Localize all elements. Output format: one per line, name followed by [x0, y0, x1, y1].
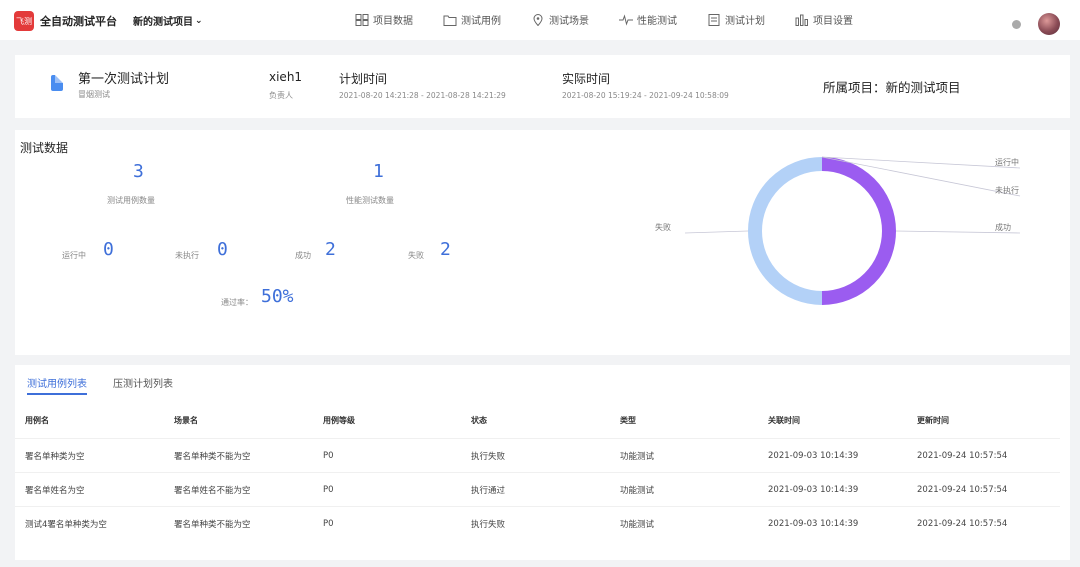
fail-label: 失败 — [408, 251, 424, 260]
cell-case-name: 署名单种类为空 — [25, 451, 85, 462]
nav-item-project-data[interactable]: 项目数据 — [355, 12, 413, 27]
project-select-label: 新的测试项目 — [133, 17, 193, 28]
fail-count: 2 — [440, 239, 451, 260]
nav-item-label: 测试计划 — [725, 16, 765, 27]
col-level: 用例等级 — [323, 415, 355, 425]
grid-icon — [355, 13, 369, 26]
col-scene-name: 场景名 — [174, 415, 198, 425]
running-count: 0 — [103, 239, 114, 260]
plan-time-label: 计划时间 — [339, 72, 388, 86]
donut-slice-2[interactable] — [821, 157, 896, 305]
nav-item-label: 测试场景 — [549, 16, 589, 27]
top-nav: 飞测 全自动测试平台 新的测试项目 ⌄ 项目数据 测试用例 测试场景 性能测试 … — [0, 0, 1080, 40]
owner-label: 负责人 — [269, 91, 293, 100]
actual-time-label: 实际时间 — [562, 72, 611, 86]
col-case-name: 用例名 — [25, 415, 49, 425]
status-donut-chart: 运行中未执行成功 失败 — [655, 156, 1021, 305]
table-row[interactable]: 测试4署名单种类为空 署名单种类不能为空 P0 执行失败 功能测试 2021-0… — [15, 506, 1060, 540]
chevron-down-icon: ⌄ — [195, 15, 203, 26]
cell-level: P0 — [323, 484, 334, 495]
checklist-icon — [708, 13, 720, 26]
stats-panel: 测试数据 3 测试用例数量 1 性能测试数量 运行中 0 未执行 0 成功 2 … — [15, 130, 1070, 355]
nav-item-test-cases[interactable]: 测试用例 — [443, 12, 501, 27]
pass-rate-label: 通过率： — [221, 298, 253, 307]
tab-test-cases[interactable]: 测试用例列表 — [27, 375, 87, 395]
plan-type: 冒烟测试 — [78, 90, 110, 99]
bar-settings-icon — [795, 14, 808, 26]
col-status: 状态 — [471, 415, 487, 425]
table-header: 用例名 场景名 用例等级 状态 类型 关联时间 更新时间 — [15, 405, 1060, 435]
pass-rate: 50% — [261, 286, 294, 307]
plan-time-value: 2021-08-20 14:21:28 - 2021-08-28 14:21:2… — [339, 91, 506, 100]
nav-item-label: 项目数据 — [373, 16, 413, 27]
cell-case-name: 测试4署名单种类为空 — [25, 519, 107, 530]
tab-stress-plans[interactable]: 压测计划列表 — [113, 375, 173, 393]
running-label: 运行中 — [62, 251, 86, 260]
app-logo[interactable]: 飞测 — [14, 11, 34, 31]
stats-title: 测试数据 — [20, 141, 69, 155]
project-select[interactable]: 新的测试项目 ⌄ — [133, 13, 203, 29]
nav-item-test-plan[interactable]: 测试计划 — [707, 12, 765, 27]
nav-item-project-settings[interactable]: 项目设置 — [795, 12, 853, 27]
cell-scene-name: 署名单姓名不能为空 — [174, 485, 251, 496]
nav-item-label: 测试用例 — [461, 16, 501, 27]
cell-status: 执行通过 — [471, 485, 506, 496]
actual-time-value: 2021-08-20 15:19:24 - 2021-09-24 10:58:0… — [562, 91, 729, 100]
nav-item-label: 性能测试 — [637, 16, 677, 27]
table-row[interactable]: 署名单姓名为空 署名单姓名不能为空 P0 执行通过 功能测试 2021-09-0… — [15, 472, 1060, 506]
cell-status: 执行失败 — [471, 519, 506, 530]
cell-linked-time: 2021-09-03 10:14:39 — [768, 484, 859, 495]
avatar[interactable] — [1038, 13, 1060, 35]
nav-item-test-scenes[interactable]: 测试场景 — [531, 12, 589, 27]
donut-leader-line — [684, 230, 749, 234]
table-row[interactable]: 署名单种类为空 署名单种类不能为空 P0 执行失败 功能测试 2021-09-0… — [15, 438, 1060, 472]
not-run-label: 未执行 — [175, 251, 199, 260]
settings-icon[interactable] — [1012, 20, 1021, 29]
main-nav: 项目数据 测试用例 测试场景 性能测试 测试计划 项目设置 — [355, 12, 883, 27]
owner-name: xieh1 — [269, 70, 303, 84]
nav-item-label: 项目设置 — [813, 16, 853, 27]
col-type: 类型 — [620, 415, 636, 425]
cell-status: 执行失败 — [471, 451, 506, 462]
cell-updated-time: 2021-09-24 10:57:54 — [917, 518, 1008, 529]
cell-linked-time: 2021-09-03 10:14:39 — [768, 450, 859, 461]
cell-level: P0 — [323, 518, 334, 529]
col-updated-time: 更新时间 — [917, 415, 949, 425]
case-count: 3 — [133, 161, 144, 182]
cell-updated-time: 2021-09-24 10:57:54 — [917, 450, 1008, 461]
folder-icon — [443, 15, 457, 26]
project-label: 所属项目：新的测试项目 — [823, 80, 961, 95]
app-title[interactable]: 全自动测试平台 — [40, 13, 117, 29]
donut-label: 运行中 — [995, 157, 1019, 167]
pulse-icon — [619, 13, 633, 26]
donut-label: 未执行 — [995, 185, 1019, 195]
donut-label: 失败 — [655, 222, 671, 232]
document-icon — [51, 75, 63, 91]
success-label: 成功 — [295, 251, 311, 260]
donut-label: 成功 — [995, 222, 1011, 232]
cell-linked-time: 2021-09-03 10:14:39 — [768, 518, 859, 529]
col-linked-time: 关联时间 — [768, 415, 800, 425]
cell-type: 功能测试 — [620, 519, 655, 530]
cell-updated-time: 2021-09-24 10:57:54 — [917, 484, 1008, 495]
perf-count: 1 — [373, 161, 384, 182]
cell-scene-name: 署名单种类不能为空 — [174, 519, 251, 530]
cell-type: 功能测试 — [620, 451, 655, 462]
cell-scene-name: 署名单种类不能为空 — [174, 451, 251, 462]
case-count-label: 测试用例数量 — [107, 196, 155, 205]
table-panel: 测试用例列表 压测计划列表 用例名 场景名 用例等级 状态 类型 关联时间 更新… — [15, 365, 1070, 560]
cell-type: 功能测试 — [620, 485, 655, 496]
location-icon — [533, 13, 543, 26]
success-count: 2 — [325, 239, 336, 260]
plan-name: 第一次测试计划 — [78, 72, 170, 87]
plan-summary-card: 第一次测试计划 冒烟测试 xieh1 负责人 计划时间 2021-08-20 1… — [15, 55, 1070, 118]
cell-case-name: 署名单姓名为空 — [25, 485, 85, 496]
not-run-count: 0 — [217, 239, 228, 260]
perf-count-label: 性能测试数量 — [346, 196, 394, 205]
donut-slice-3[interactable] — [748, 157, 823, 305]
nav-item-perf-test[interactable]: 性能测试 — [619, 12, 677, 27]
cell-level: P0 — [323, 450, 334, 461]
